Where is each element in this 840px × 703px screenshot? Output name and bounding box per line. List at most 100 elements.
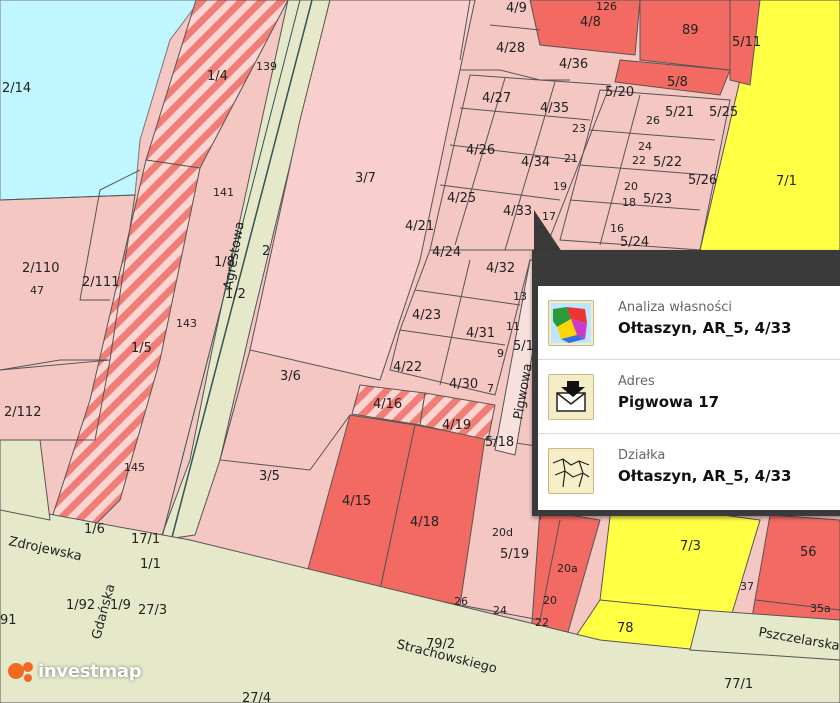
svg-text:1/5: 1/5: [131, 341, 152, 356]
svg-text:5/11: 5/11: [732, 35, 761, 50]
svg-text:17/1: 17/1: [131, 532, 160, 547]
svg-text:4/15: 4/15: [342, 494, 371, 509]
svg-text:22: 22: [632, 154, 646, 167]
svg-text:91: 91: [0, 613, 17, 628]
svg-text:139: 139: [256, 60, 277, 73]
svg-text:4/30: 4/30: [449, 377, 478, 392]
parcel-value: Ołtaszyn, AR_5, 4/33: [618, 467, 792, 485]
parcel-map-icon: [548, 448, 594, 494]
svg-text:35a: 35a: [810, 602, 831, 615]
svg-text:5/25: 5/25: [709, 105, 738, 120]
svg-text:4/22: 4/22: [393, 360, 422, 375]
svg-text:5/21: 5/21: [665, 105, 694, 120]
popup-content: Analiza własności Ołtaszyn, AR_5, 4/33 A…: [538, 286, 840, 510]
svg-text:2/112: 2/112: [4, 405, 41, 420]
svg-text:13: 13: [513, 290, 527, 303]
svg-text:4/26: 4/26: [466, 143, 495, 158]
svg-text:37: 37: [740, 580, 754, 593]
svg-text:2: 2: [262, 244, 270, 259]
svg-text:11: 11: [506, 320, 520, 333]
svg-text:20a: 20a: [557, 562, 578, 575]
svg-text:78: 78: [617, 621, 634, 636]
svg-text:27/3: 27/3: [138, 603, 167, 618]
svg-text:4/32: 4/32: [486, 261, 515, 276]
svg-text:3/5: 3/5: [259, 469, 280, 484]
svg-text:20d: 20d: [492, 526, 513, 539]
svg-text:4/8: 4/8: [580, 15, 601, 30]
svg-text:145: 145: [124, 461, 145, 474]
svg-text:4/27: 4/27: [482, 91, 511, 106]
ownership-value: Ołtaszyn, AR_5, 4/33: [618, 319, 792, 337]
svg-text:5/18: 5/18: [485, 435, 514, 450]
svg-text:2/14: 2/14: [2, 81, 31, 96]
svg-text:1/1: 1/1: [140, 557, 161, 572]
svg-text:4/18: 4/18: [410, 515, 439, 530]
svg-text:5/22: 5/22: [653, 155, 682, 170]
parcel-row[interactable]: Działka Ołtaszyn, AR_5, 4/33: [538, 434, 840, 507]
svg-text:7: 7: [487, 382, 494, 395]
parcel-title: Działka: [618, 448, 666, 463]
logo-icon: [8, 662, 33, 682]
svg-text:4/19: 4/19: [442, 418, 471, 433]
svg-text:4/16: 4/16: [373, 397, 402, 412]
svg-text:7/1: 7/1: [776, 174, 797, 189]
svg-text:47: 47: [30, 284, 44, 297]
svg-text:3/6: 3/6: [280, 369, 301, 384]
svg-text:4/21: 4/21: [405, 219, 434, 234]
svg-text:27/4: 27/4: [242, 691, 271, 703]
ownership-row[interactable]: Analiza własności Ołtaszyn, AR_5, 4/33: [538, 286, 840, 360]
parcel-info-popup[interactable]: Analiza własności Ołtaszyn, AR_5, 4/33 A…: [532, 250, 840, 516]
svg-text:5/23: 5/23: [643, 192, 672, 207]
svg-text:4/33: 4/33: [503, 204, 532, 219]
svg-text:4/28: 4/28: [496, 41, 525, 56]
address-row[interactable]: Adres Pigwowa 17: [538, 360, 840, 434]
svg-text:26: 26: [454, 595, 468, 608]
svg-text:56: 56: [800, 545, 817, 560]
svg-text:9: 9: [497, 347, 504, 360]
svg-text:77/1: 77/1: [724, 677, 753, 692]
svg-text:89: 89: [682, 23, 699, 38]
svg-text:143: 143: [176, 317, 197, 330]
svg-text:5/20: 5/20: [605, 85, 634, 100]
svg-text:4/36: 4/36: [559, 57, 588, 72]
svg-text:5/8: 5/8: [667, 75, 688, 90]
parcel-56[interactable]: [754, 514, 840, 611]
svg-text:18: 18: [622, 196, 636, 209]
ownership-analysis-icon: [548, 300, 594, 346]
svg-text:5/19: 5/19: [500, 547, 529, 562]
svg-text:3/7: 3/7: [355, 171, 376, 186]
svg-text:4/25: 4/25: [447, 191, 476, 206]
svg-text:2/111: 2/111: [82, 275, 119, 290]
svg-text:4/23: 4/23: [412, 308, 441, 323]
svg-text:23: 23: [572, 122, 586, 135]
svg-text:20: 20: [543, 594, 557, 607]
svg-text:26: 26: [646, 114, 660, 127]
svg-text:22: 22: [535, 616, 549, 629]
svg-text:21: 21: [564, 152, 578, 165]
svg-text:19: 19: [553, 180, 567, 193]
svg-text:4/31: 4/31: [466, 326, 495, 341]
svg-text:1/6: 1/6: [84, 522, 105, 537]
svg-text:16: 16: [610, 222, 624, 235]
popup-pointer: [534, 210, 562, 252]
svg-text:24: 24: [638, 140, 652, 153]
svg-text:4/34: 4/34: [521, 155, 550, 170]
ownership-title: Analiza własności: [618, 300, 733, 315]
address-title: Adres: [618, 374, 655, 389]
svg-text:24: 24: [493, 604, 507, 617]
svg-text:5/1: 5/1: [513, 339, 534, 354]
svg-text:5/26: 5/26: [688, 173, 717, 188]
envelope-icon: [548, 374, 594, 420]
svg-text:4/24: 4/24: [432, 245, 461, 260]
svg-text:1/92: 1/92: [66, 598, 95, 613]
svg-text:7/3: 7/3: [680, 539, 701, 554]
svg-text:4/35: 4/35: [540, 101, 569, 116]
address-value: Pigwowa 17: [618, 393, 720, 411]
logo-text: investmap: [38, 660, 142, 682]
svg-text:2/110: 2/110: [22, 261, 59, 276]
svg-text:1/4: 1/4: [207, 69, 228, 84]
svg-text:141: 141: [213, 186, 234, 199]
svg-text:126: 126: [596, 0, 617, 13]
investmap-logo[interactable]: investmap: [6, 658, 142, 684]
svg-text:5/24: 5/24: [620, 235, 649, 250]
